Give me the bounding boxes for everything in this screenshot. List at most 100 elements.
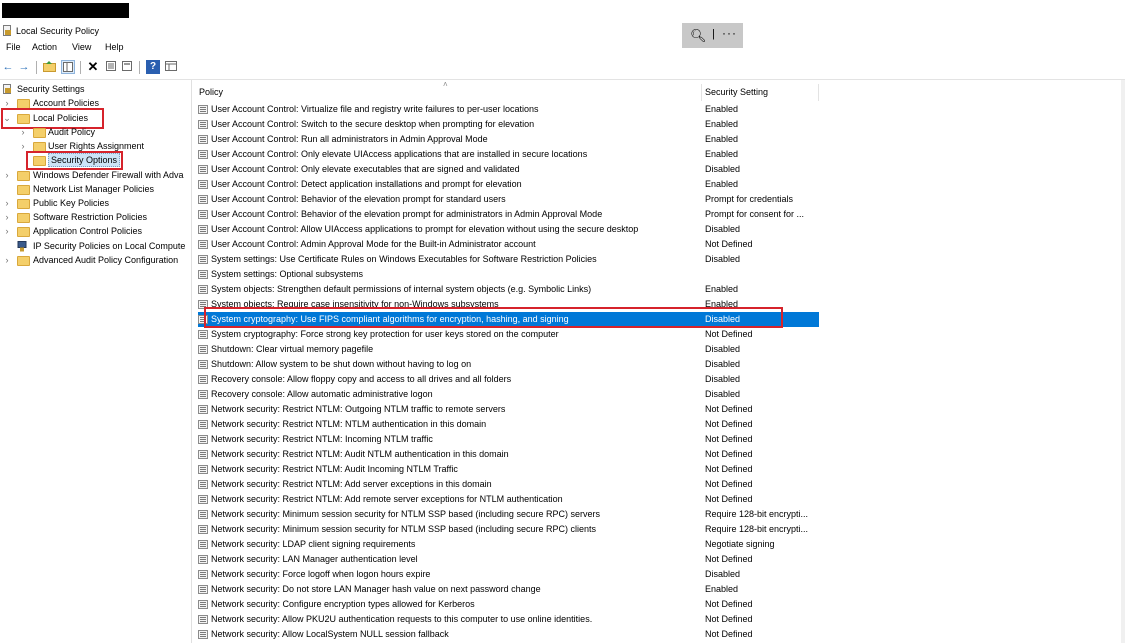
more-options-icon[interactable]: ··· xyxy=(722,26,737,40)
table-row[interactable]: Network security: Allow PKU2U authentica… xyxy=(198,612,819,627)
policy-name: System cryptography: Force strong key pr… xyxy=(211,329,559,339)
table-row[interactable]: User Account Control: Admin Approval Mod… xyxy=(198,237,819,252)
table-row[interactable]: Network security: Restrict NTLM: Audit N… xyxy=(198,447,819,462)
policy-name: Network security: Restrict NTLM: NTLM au… xyxy=(211,419,487,429)
tree-item-label: Windows Defender Firewall with Adva xyxy=(33,170,184,180)
table-row[interactable]: User Account Control: Switch to the secu… xyxy=(198,117,819,132)
folder-icon xyxy=(33,128,46,138)
table-row[interactable]: System settings: Use Certificate Rules o… xyxy=(198,252,819,267)
table-row[interactable]: User Account Control: Allow UIAccess app… xyxy=(198,222,819,237)
show-hide-tree-icon[interactable] xyxy=(61,60,75,74)
back-icon[interactable]: ← xyxy=(1,60,15,74)
policy-setting: Not Defined xyxy=(705,464,753,474)
table-row[interactable]: Network security: Restrict NTLM: Incomin… xyxy=(198,432,819,447)
policy-setting: Disabled xyxy=(705,344,741,354)
tree-item-network-list-manager[interactable]: Network List Manager Policies xyxy=(3,182,188,196)
policy-name: Network security: Minimum session securi… xyxy=(211,524,596,534)
tree-root[interactable]: Security Settings xyxy=(3,82,188,96)
help-icon[interactable]: ? xyxy=(146,60,160,74)
table-row[interactable]: Network security: Minimum session securi… xyxy=(198,507,819,522)
table-row[interactable]: Network security: LDAP client signing re… xyxy=(198,537,819,552)
policy-icon xyxy=(198,585,208,594)
table-row[interactable]: User Account Control: Only elevate execu… xyxy=(198,162,819,177)
table-row[interactable]: Network security: LAN Manager authentica… xyxy=(198,552,819,567)
table-row[interactable]: Network security: Restrict NTLM: Audit I… xyxy=(198,462,819,477)
view-icon[interactable] xyxy=(164,60,178,74)
menu-view[interactable]: View xyxy=(72,42,91,52)
table-row[interactable]: User Account Control: Virtualize file an… xyxy=(198,102,819,117)
table-row[interactable]: Network security: Allow LocalSystem NULL… xyxy=(198,627,819,642)
table-row[interactable]: Shutdown: Clear virtual memory pagefile D… xyxy=(198,342,819,357)
tree-item-public-key[interactable]: › Public Key Policies xyxy=(3,196,188,210)
table-row[interactable]: System settings: Optional subsystems xyxy=(198,267,819,282)
policy-setting: Not Defined xyxy=(705,404,753,414)
table-row[interactable]: Network security: Restrict NTLM: Add rem… xyxy=(198,492,819,507)
policy-name: User Account Control: Run all administra… xyxy=(211,134,488,144)
policy-name: Network security: LDAP client signing re… xyxy=(211,539,416,549)
policy-icon xyxy=(198,495,208,504)
table-row[interactable]: Shutdown: Allow system to be shut down w… xyxy=(198,357,819,372)
policy-icon xyxy=(198,540,208,549)
folder-icon xyxy=(17,213,30,223)
table-row[interactable]: Network security: Restrict NTLM: Add ser… xyxy=(198,477,819,492)
tree-item-ip-security[interactable]: IP Security Policies on Local Compute xyxy=(3,239,191,253)
table-row[interactable]: Network security: Do not store LAN Manag… xyxy=(198,582,819,597)
export-list-icon[interactable] xyxy=(120,60,134,74)
table-row[interactable]: User Account Control: Detect application… xyxy=(198,177,819,192)
table-row[interactable]: Network security: Force logoff when logo… xyxy=(198,567,819,582)
table-row[interactable]: Network security: Configure encryption t… xyxy=(198,597,819,612)
policy-icon xyxy=(198,555,208,564)
table-row[interactable]: User Account Control: Run all administra… xyxy=(198,132,819,147)
tree-item-application-control[interactable]: › Application Control Policies xyxy=(3,224,188,238)
table-row[interactable]: System objects: Strengthen default permi… xyxy=(198,282,819,297)
column-header-policy[interactable]: Policy xyxy=(199,87,223,97)
folder-icon xyxy=(17,185,30,195)
menu-action[interactable]: Action xyxy=(32,42,57,52)
table-row[interactable]: Network security: Minimum session securi… xyxy=(198,522,819,537)
tree-item-label: Software Restriction Policies xyxy=(33,212,148,222)
table-row[interactable]: System cryptography: Force strong key pr… xyxy=(198,327,819,342)
table-row[interactable]: Recovery console: Allow floppy copy and … xyxy=(198,372,819,387)
chevron-right-icon[interactable]: › xyxy=(3,168,11,182)
scrollbar[interactable] xyxy=(1121,80,1125,643)
tree-item-advanced-audit[interactable]: › Advanced Audit Policy Configuration xyxy=(3,253,191,267)
zoom-in-icon[interactable]: 🔍︎ xyxy=(690,28,707,44)
policy-name: User Account Control: Only elevate UIAcc… xyxy=(211,149,588,159)
policy-icon xyxy=(198,345,208,354)
tree-item-firewall[interactable]: › Windows Defender Firewall with Adva xyxy=(3,168,191,182)
properties-icon[interactable] xyxy=(104,60,118,74)
policy-setting: Enabled xyxy=(705,179,739,189)
delete-icon[interactable]: ✕ xyxy=(86,60,100,74)
table-row[interactable]: User Account Control: Only elevate UIAcc… xyxy=(198,147,819,162)
column-header-security-setting[interactable]: Security Setting xyxy=(705,87,768,97)
security-settings-icon xyxy=(3,84,12,94)
up-folder-icon[interactable] xyxy=(42,60,56,74)
chevron-right-icon[interactable]: › xyxy=(3,196,11,210)
table-row[interactable]: Network security: Restrict NTLM: Outgoin… xyxy=(198,402,819,417)
chevron-right-icon[interactable]: › xyxy=(3,253,11,267)
table-row[interactable]: User Account Control: Behavior of the el… xyxy=(198,207,819,222)
tree-item-software-restriction[interactable]: › Software Restriction Policies xyxy=(3,210,188,224)
policy-setting: Disabled xyxy=(705,389,741,399)
policy-setting: Not Defined xyxy=(705,494,753,504)
folder-icon xyxy=(17,171,30,181)
policy-icon xyxy=(198,510,208,519)
policy-name: Recovery console: Allow floppy copy and … xyxy=(211,374,512,384)
chevron-right-icon[interactable]: › xyxy=(3,224,11,238)
tree-item-audit-policy[interactable]: › Audit Policy xyxy=(19,125,189,139)
table-row[interactable]: User Account Control: Behavior of the el… xyxy=(198,192,819,207)
chevron-right-icon[interactable]: › xyxy=(19,125,27,139)
menu-help[interactable]: Help xyxy=(105,42,124,52)
policy-icon xyxy=(198,405,208,414)
zoom-control[interactable]: 🔍︎ | ··· xyxy=(682,23,743,48)
forward-icon[interactable]: → xyxy=(17,60,31,74)
chevron-right-icon[interactable]: › xyxy=(3,210,11,224)
table-row[interactable]: Network security: Restrict NTLM: NTLM au… xyxy=(198,417,819,432)
policy-icon xyxy=(198,255,208,264)
policy-setting: Disabled xyxy=(705,569,741,579)
policy-setting: Not Defined xyxy=(705,419,753,429)
policy-setting: Disabled xyxy=(705,254,741,264)
policy-setting: Negotiate signing xyxy=(705,539,775,549)
menu-file[interactable]: File xyxy=(6,42,21,52)
table-row[interactable]: Recovery console: Allow automatic admini… xyxy=(198,387,819,402)
